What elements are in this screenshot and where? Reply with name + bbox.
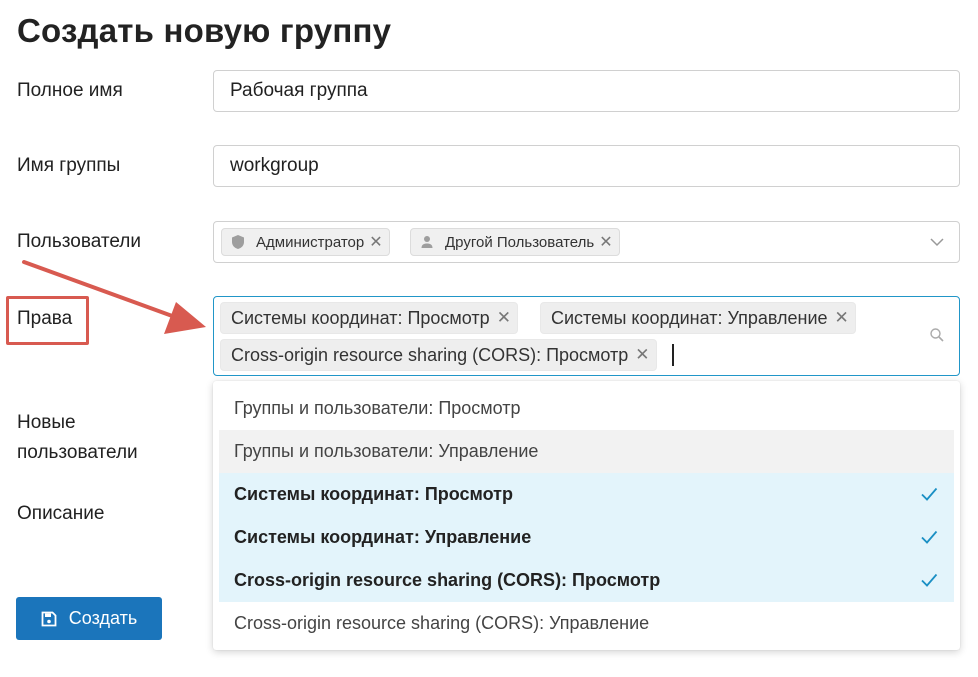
user-tag: Другой Пользователь ✕ — [410, 228, 620, 256]
rights-multiselect[interactable]: Системы координат: Просмотр ✕ Системы ко… — [213, 296, 960, 376]
rights-tag: Системы координат: Просмотр ✕ — [220, 302, 518, 334]
rights-tag-label: Системы координат: Просмотр — [231, 307, 490, 328]
remove-tag-icon[interactable]: ✕ — [835, 308, 849, 328]
dropdown-option[interactable]: Cross-origin resource sharing (CORS): Пр… — [219, 559, 954, 602]
user-icon — [421, 236, 433, 248]
dropdown-option[interactable]: Системы координат: Управление — [219, 516, 954, 559]
check-icon — [921, 530, 938, 544]
full-name-label: Полное имя — [17, 80, 123, 101]
shield-icon — [232, 235, 244, 249]
user-tag: Администратор ✕ — [221, 228, 390, 256]
check-icon — [921, 573, 938, 587]
option-label: Системы координат: Управление — [234, 527, 532, 547]
rights-tag-label: Системы координат: Управление — [551, 307, 828, 328]
chevron-down-icon[interactable] — [929, 234, 945, 250]
save-icon — [41, 611, 57, 626]
dropdown-option[interactable]: Группы и пользователи: Просмотр — [219, 387, 954, 430]
user-tag-label: Администратор — [256, 233, 365, 251]
check-icon — [921, 487, 938, 501]
dropdown-option[interactable]: Группы и пользователи: Управление — [219, 430, 954, 473]
create-button[interactable]: Создать — [16, 597, 162, 640]
option-label: Cross-origin resource sharing (CORS): Пр… — [234, 570, 661, 590]
new-users-label: Новые пользователи — [17, 412, 138, 463]
option-label: Группы и пользователи: Просмотр — [234, 398, 521, 418]
option-label: Системы координат: Просмотр — [234, 484, 513, 504]
dropdown-option[interactable]: Системы координат: Просмотр — [219, 473, 954, 516]
create-button-label: Создать — [68, 608, 138, 628]
annotation-highlight-box — [6, 296, 89, 345]
remove-tag-icon[interactable]: ✕ — [497, 308, 511, 328]
option-label: Группы и пользователи: Управление — [234, 441, 539, 461]
rights-dropdown: Группы и пользователи: Просмотр Группы и… — [213, 381, 960, 650]
full-name-input[interactable]: Рабочая группа — [213, 70, 960, 112]
user-tag-label: Другой Пользователь — [445, 233, 595, 251]
text-cursor — [672, 344, 674, 366]
rights-tag: Cross-origin resource sharing (CORS): Пр… — [220, 339, 657, 371]
group-name-input[interactable]: workgroup — [213, 145, 960, 187]
remove-tag-icon[interactable]: ✕ — [369, 232, 382, 252]
rights-tag-label: Cross-origin resource sharing (CORS): Пр… — [231, 344, 629, 365]
users-multiselect[interactable]: Администратор ✕ Другой Пользователь ✕ — [213, 221, 960, 263]
remove-tag-icon[interactable]: ✕ — [635, 345, 649, 365]
users-label: Пользователи — [17, 231, 142, 252]
dropdown-option[interactable]: Cross-origin resource sharing (CORS): Уп… — [219, 602, 954, 645]
description-label: Описание — [17, 503, 105, 524]
remove-tag-icon[interactable]: ✕ — [599, 232, 612, 252]
option-label: Cross-origin resource sharing (CORS): Уп… — [234, 613, 650, 633]
group-name-label: Имя группы — [17, 155, 121, 176]
search-icon — [930, 328, 944, 342]
rights-tag: Системы координат: Управление ✕ — [540, 302, 856, 334]
page-title: Создать новую группу — [17, 12, 392, 49]
